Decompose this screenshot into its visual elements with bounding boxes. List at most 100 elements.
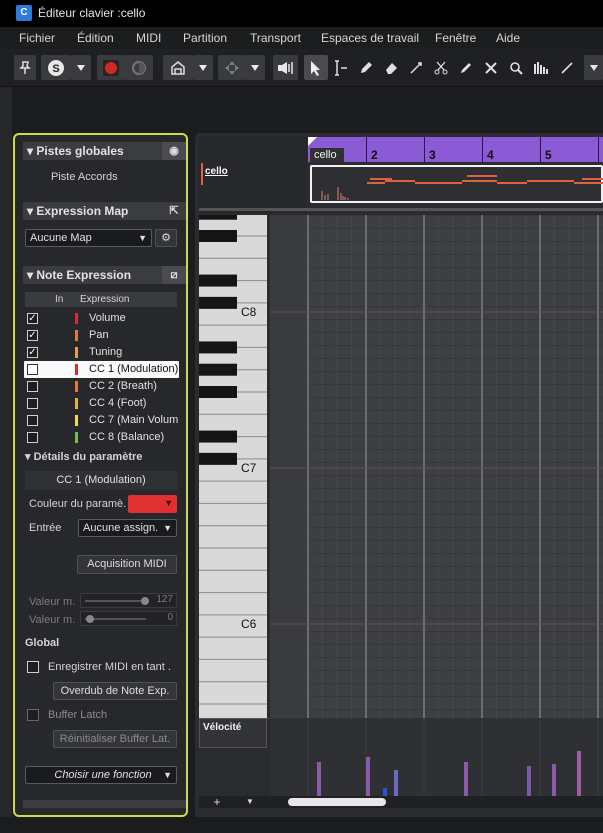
buffer-latch-checkbox[interactable]: [27, 709, 39, 721]
horizontal-scrollbar[interactable]: [288, 798, 386, 806]
grid-row-line: [270, 618, 603, 619]
expression-label[interactable]: CC 2 (Breath): [89, 380, 157, 392]
settings-circle-icon[interactable]: ◉: [162, 142, 186, 160]
overdub-button[interactable]: Overdub de Note Exp.: [53, 682, 177, 700]
expression-checkbox[interactable]: ✓: [27, 313, 38, 324]
menu-partition[interactable]: Partition: [183, 31, 227, 45]
mute-icon[interactable]: [480, 55, 502, 80]
section-expression-map[interactable]: ▾ Expression Map ⇱: [23, 202, 186, 220]
grid-row-line: [270, 644, 603, 645]
expression-checkbox[interactable]: ✓: [27, 347, 38, 358]
dropdown-icon[interactable]: [193, 55, 213, 80]
splitter[interactable]: [199, 208, 603, 211]
collapse-icon: ▾: [27, 204, 37, 218]
chord-track-item[interactable]: Piste Accords: [51, 171, 118, 183]
expression-color-bar: [75, 313, 78, 324]
dropdown-icon[interactable]: [584, 55, 603, 80]
black-key: [199, 230, 237, 242]
record-midi-checkbox[interactable]: [27, 661, 39, 673]
expression-map-select[interactable]: Aucune Map ▼: [25, 229, 152, 247]
grid-row-line: [270, 241, 603, 242]
input-select[interactable]: Aucune assign. ▼: [78, 519, 177, 537]
next-section-header[interactable]: [23, 800, 186, 808]
menu-fenetre[interactable]: Fenêtre: [435, 31, 476, 45]
solo-icon[interactable]: S: [41, 55, 71, 80]
section-title-param-details: ▾ Détails du paramètre: [25, 450, 142, 463]
expression-label[interactable]: Pan: [89, 329, 109, 341]
section-global-tracks[interactable]: ▾ Pistes globales ◉: [23, 142, 186, 160]
expression-color-bar: [75, 398, 78, 409]
add-lane-button[interactable]: +: [205, 796, 229, 808]
expression-checkbox[interactable]: ✓: [27, 330, 38, 341]
input-label: Entrée: [29, 522, 62, 534]
value-max-slider[interactable]: 127: [80, 593, 177, 608]
line-icon[interactable]: [556, 55, 578, 80]
collapse-icon: ▾: [27, 144, 37, 158]
gear-icon[interactable]: ⚙: [155, 229, 177, 247]
monitor-icon[interactable]: [125, 55, 153, 80]
check-icon: ✓: [28, 330, 37, 341]
expression-checkbox[interactable]: [27, 398, 38, 409]
expression-map-setup-icon[interactable]: ⇱: [162, 202, 186, 220]
note-expression-setup-icon[interactable]: ⧄: [162, 266, 186, 284]
lane-menu-dropdown[interactable]: ▼: [240, 797, 260, 807]
part-name-tag[interactable]: cello: [310, 148, 344, 162]
trim-icon[interactable]: [405, 55, 427, 80]
expression-label[interactable]: Volume: [89, 312, 126, 324]
autoscroll-icon[interactable]: [163, 55, 193, 80]
grid-row-line: [270, 423, 603, 424]
input-value: Aucune assign.: [83, 522, 159, 534]
selected-param-name: CC 1 (Modulation): [25, 471, 177, 490]
expression-checkbox[interactable]: [27, 432, 38, 443]
comp-icon[interactable]: [530, 55, 552, 80]
menu-edition[interactable]: Édition: [77, 31, 114, 45]
black-key: [199, 386, 237, 398]
record-midi-label: Enregistrer MIDI en tant .: [48, 661, 171, 673]
pin-icon[interactable]: [14, 55, 36, 80]
eraser-icon[interactable]: [380, 55, 402, 80]
dropdown-icon[interactable]: [71, 55, 91, 80]
snap-icon[interactable]: [218, 55, 245, 80]
menu-fichier[interactable]: Fichier: [19, 31, 55, 45]
midi-learn-button[interactable]: Acquisition MIDI: [77, 555, 177, 574]
black-key: [199, 274, 237, 287]
expression-checkbox[interactable]: [27, 364, 38, 375]
section-param-details[interactable]: ▾ Détails du paramètre: [25, 448, 177, 463]
arrow-tool-icon[interactable]: [304, 55, 328, 80]
range-tool-icon[interactable]: [330, 55, 352, 80]
grid-row-line: [270, 527, 603, 528]
expression-label[interactable]: CC 8 (Balance): [89, 431, 164, 443]
speaker-icon[interactable]: [273, 55, 298, 80]
track-name[interactable]: cello: [205, 166, 228, 177]
zoom-icon[interactable]: [505, 55, 527, 80]
record-icon[interactable]: [97, 55, 125, 80]
param-color-swatch[interactable]: ▼: [128, 495, 177, 513]
expression-label[interactable]: CC 1 (Modulation): [89, 363, 178, 375]
expression-label[interactable]: CC 4 (Foot): [89, 397, 146, 409]
dropdown-icon[interactable]: [245, 55, 265, 80]
black-key: [199, 452, 237, 465]
ruler[interactable]: [308, 137, 603, 162]
choose-function-select[interactable]: Choisir une fonction ▼: [25, 766, 177, 784]
menu-midi[interactable]: MIDI: [136, 31, 161, 45]
piano-keys[interactable]: [199, 215, 267, 718]
reset-buffer-button[interactable]: Réinitialiser Buffer Lat.: [53, 730, 177, 748]
scissors-icon[interactable]: [430, 55, 452, 80]
grid-row-line: [270, 228, 603, 229]
glue-icon[interactable]: [455, 55, 477, 80]
menu-aide[interactable]: Aide: [496, 31, 520, 45]
expression-checkbox[interactable]: [27, 415, 38, 426]
expression-checkbox[interactable]: [27, 381, 38, 392]
expression-label[interactable]: CC 7 (Main Volum: [89, 414, 178, 426]
global-section-title: Global: [25, 637, 60, 649]
grid-row-line: [270, 566, 603, 567]
black-key: [199, 341, 237, 354]
value-min-slider[interactable]: 0: [80, 611, 177, 626]
menu-espaces-de-travail[interactable]: Espaces de travail: [321, 31, 419, 45]
expression-label[interactable]: Tuning: [89, 346, 122, 358]
menu-transport[interactable]: Transport: [250, 31, 301, 45]
section-note-expression[interactable]: ▾ Note Expression ⧄: [23, 266, 186, 284]
octave-label: C8: [241, 305, 257, 319]
pencil-icon[interactable]: [355, 55, 377, 80]
left-locator-icon[interactable]: [308, 137, 318, 147]
